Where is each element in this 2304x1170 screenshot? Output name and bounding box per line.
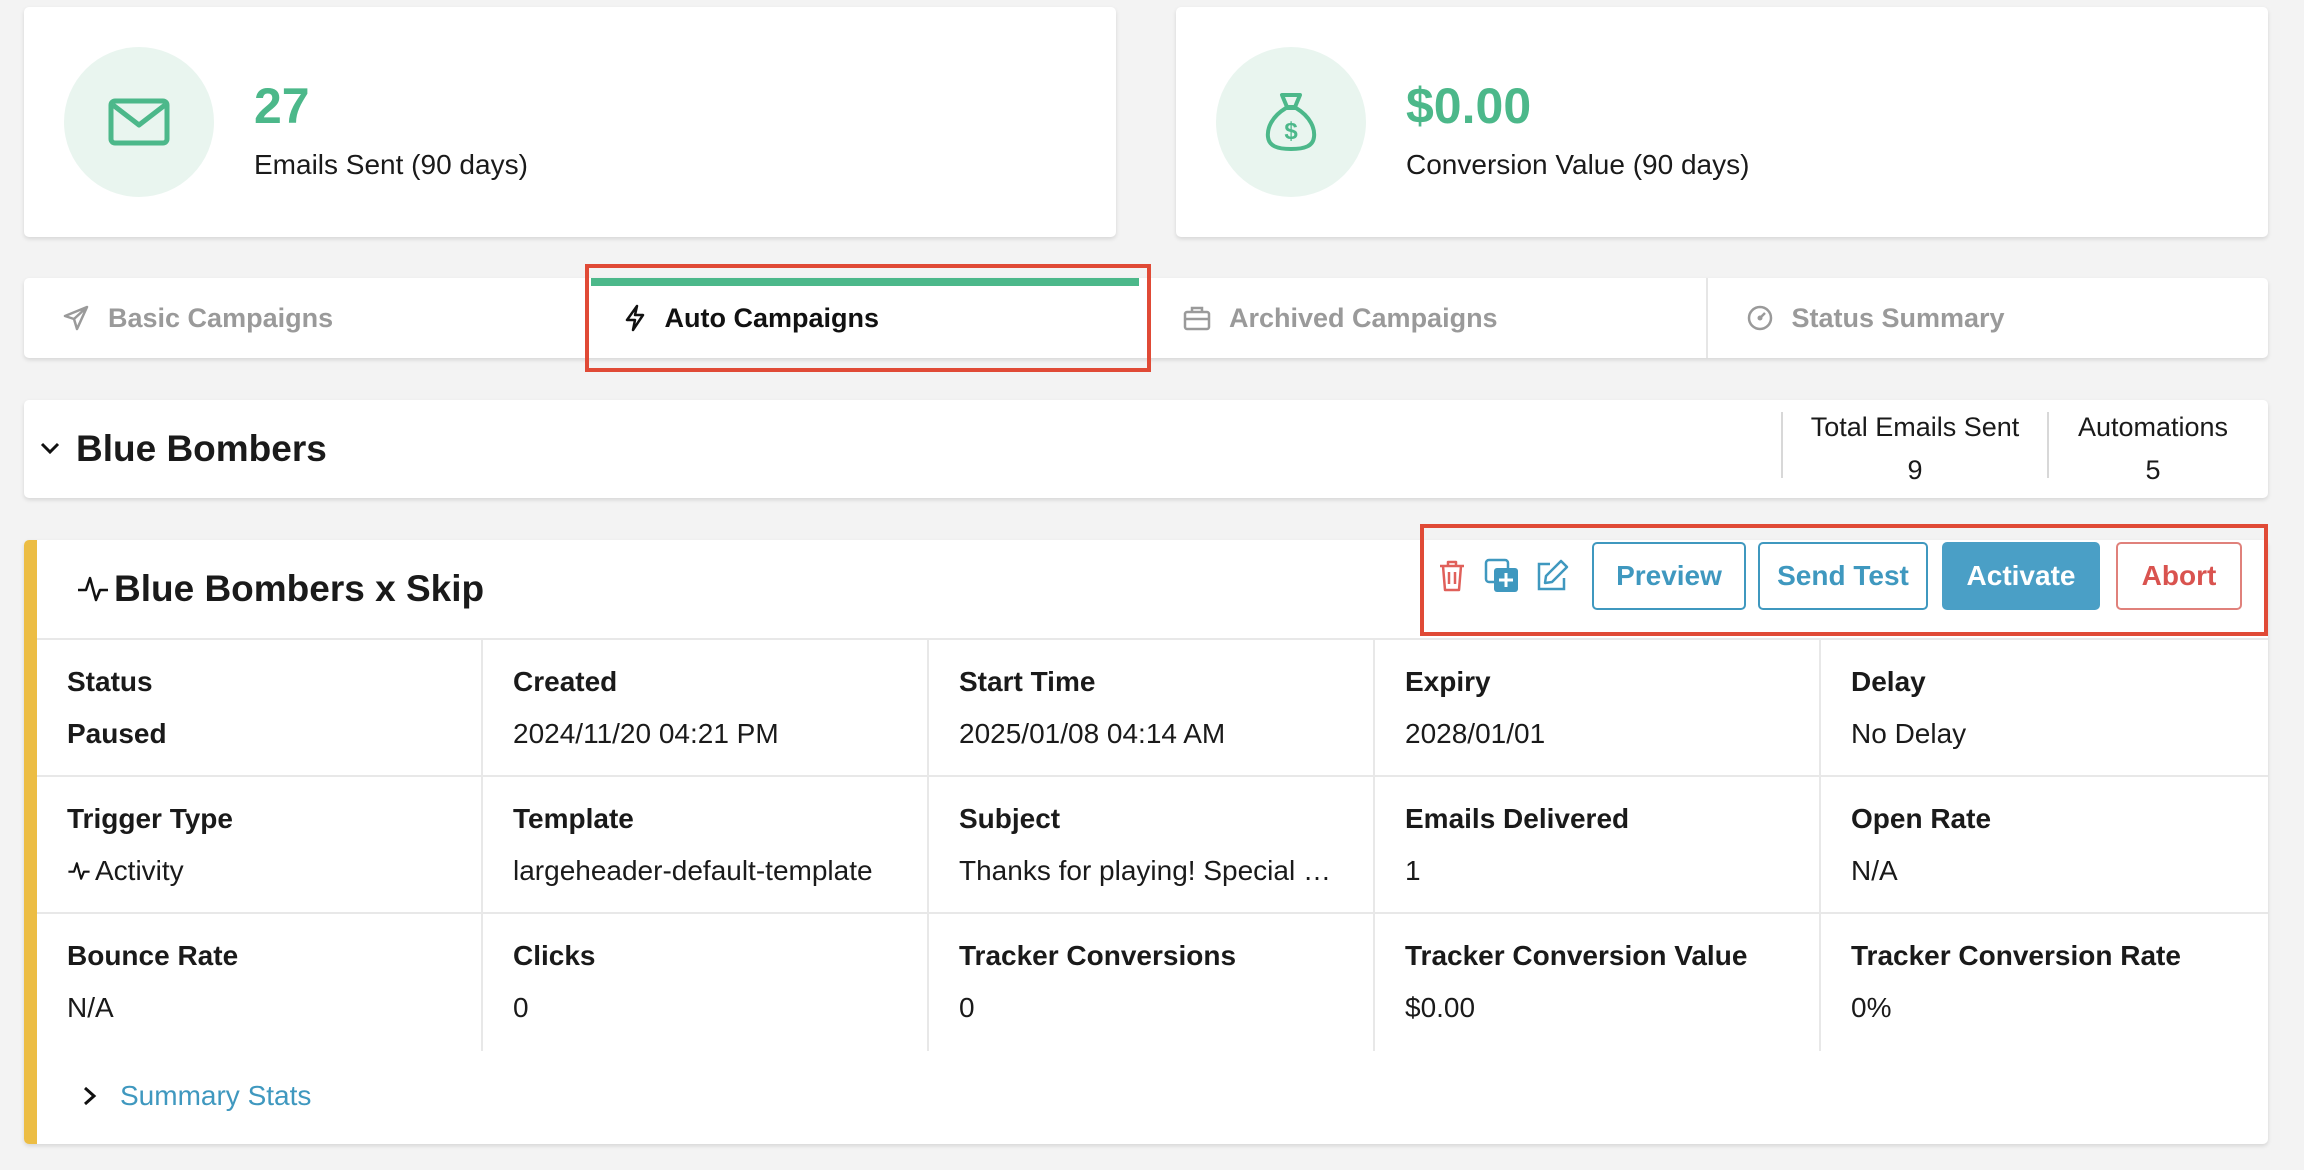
- field-tracker-conversion-value: Tracker Conversion Value $0.00: [1375, 914, 1821, 1051]
- emails-sent-label: Emails Sent (90 days): [254, 149, 528, 180]
- tab-label: Archived Campaigns: [1229, 302, 1498, 333]
- summary-stats-link[interactable]: Summary Stats: [120, 1080, 311, 1112]
- send-test-button[interactable]: Send Test: [1758, 542, 1928, 610]
- campaign-tabs: Basic Campaigns Auto Campaigns Archived …: [24, 264, 2269, 372]
- briefcase-icon: [1183, 306, 1211, 331]
- gauge-icon: [1747, 305, 1772, 331]
- field-expiry: Expiry 2028/01/01: [1375, 640, 1821, 777]
- emails-sent-card: 27 Emails Sent (90 days): [24, 7, 1116, 237]
- tab-basic-campaigns[interactable]: Basic Campaigns: [24, 278, 585, 358]
- chevron-right-icon: [84, 1086, 97, 1106]
- field-trigger-type: Trigger Type Activity: [37, 777, 483, 914]
- field-clicks: Clicks 0: [483, 914, 929, 1051]
- campaign-group-header[interactable]: Blue Bombers Total Emails Sent 9 Automat…: [24, 400, 2268, 498]
- field-status: Status Paused: [37, 640, 483, 777]
- field-open-rate: Open Rate N/A: [1821, 777, 2268, 914]
- envelope-icon: [64, 47, 214, 197]
- automations-stat: Automations 5: [2047, 412, 2257, 485]
- tab-label: Auto Campaigns: [664, 302, 880, 333]
- field-emails-delivered: Emails Delivered 1: [1375, 777, 1821, 914]
- total-emails-sent-value: 9: [1907, 455, 1923, 485]
- tab-auto-campaigns[interactable]: Auto Campaigns: [584, 264, 1151, 372]
- duplicate-icon[interactable]: [1484, 558, 1520, 594]
- paper-plane-icon: [63, 305, 89, 331]
- field-template: Template largeheader-default-template: [483, 777, 929, 914]
- campaign-title: Blue Bombers x Skip: [114, 568, 485, 609]
- field-tracker-conversions: Tracker Conversions 0: [929, 914, 1375, 1051]
- total-emails-sent-stat: Total Emails Sent 9: [1781, 412, 2047, 485]
- field-start-time: Start Time 2025/01/08 04:14 AM: [929, 640, 1375, 777]
- field-tracker-conversion-rate: Tracker Conversion Rate 0%: [1851, 940, 2181, 1023]
- group-title: Blue Bombers: [76, 428, 327, 469]
- total-emails-sent-label: Total Emails Sent: [1810, 412, 2020, 442]
- edit-icon[interactable]: [1534, 558, 1570, 594]
- status-accent-bar: [24, 540, 37, 1144]
- trash-icon[interactable]: [1434, 558, 1470, 594]
- automations-value: 5: [2145, 455, 2161, 485]
- lightning-icon: [625, 304, 644, 332]
- conversion-value-card: $ $0.00 Conversion Value (90 days): [1176, 7, 2268, 237]
- preview-button[interactable]: Preview: [1592, 542, 1746, 610]
- summary-stats-toggle[interactable]: Summary Stats: [82, 1080, 311, 1112]
- campaign-actions: Preview Send Test Activate Abort: [1420, 524, 2268, 636]
- activity-icon: [78, 576, 108, 602]
- field-delay: Delay No Delay: [1821, 640, 2268, 777]
- conversion-value: $0.00: [1406, 78, 1532, 134]
- money-bag-icon: $: [1216, 47, 1366, 197]
- activate-button[interactable]: Activate: [1942, 542, 2100, 610]
- svg-text:$: $: [1284, 118, 1298, 145]
- campaign-card: Blue Bombers x Skip Preview Send Test Ac…: [24, 524, 2268, 1144]
- conversion-value-label: Conversion Value (90 days): [1406, 149, 1750, 180]
- tab-label: Basic Campaigns: [108, 302, 334, 333]
- automations-label: Automations: [2077, 412, 2229, 442]
- tab-archived-campaigns[interactable]: Archived Campaigns: [1145, 278, 1706, 358]
- status-value: Paused: [67, 718, 167, 749]
- field-bounce-rate: Bounce Rate N/A: [37, 914, 483, 1051]
- tab-status-summary[interactable]: Status Summary: [1705, 278, 2269, 358]
- field-subject: Subject Thanks for playing! Special Sk...: [929, 777, 1375, 914]
- field-created: Created 2024/11/20 04:21 PM: [483, 640, 929, 777]
- activity-icon: [68, 862, 90, 880]
- chevron-down-icon[interactable]: [38, 436, 62, 460]
- abort-button[interactable]: Abort: [2116, 542, 2242, 610]
- campaign-details-grid: Status Paused Created 2024/11/20 04:21 PM …: [37, 638, 2268, 1051]
- emails-sent-value: 27: [254, 78, 310, 134]
- tab-label: Status Summary: [1791, 302, 2005, 333]
